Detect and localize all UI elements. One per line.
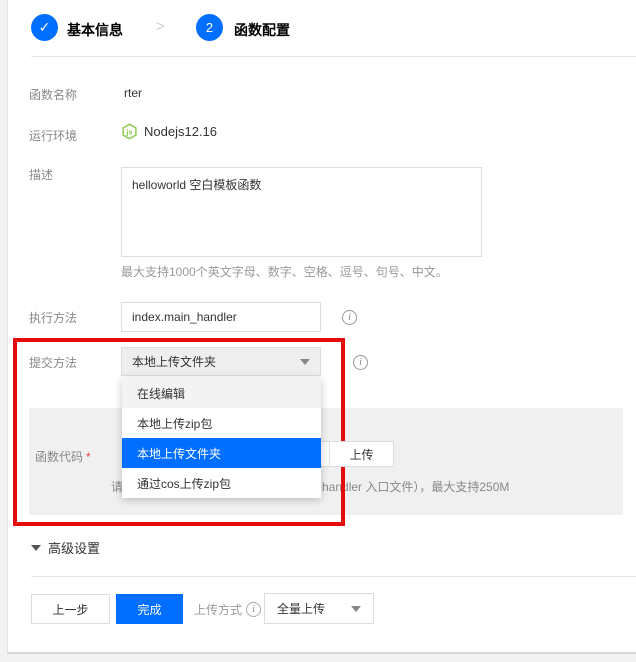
runtime-label: 运行环境 — [29, 127, 77, 144]
description-textarea[interactable]: helloworld 空白模板函数 — [121, 167, 482, 257]
submit-method-dropdown-list: 在线编辑 本地上传zip包 本地上传文件夹 通过cos上传zip包 — [122, 378, 321, 498]
step2-circle: 2 — [196, 14, 223, 41]
upload-mode-label: 上传方式 — [194, 601, 242, 618]
function-config-panel: ✓ 基本信息 > 2 函数配置 函数名称 rter 运行环境 js Nodejs… — [7, 0, 636, 654]
submit-method-label: 提交方法 — [29, 354, 77, 371]
footer-divider — [31, 576, 636, 577]
runtime-value: Nodejs12.16 — [144, 124, 217, 139]
header-divider — [31, 56, 636, 57]
svg-text:js: js — [125, 127, 132, 136]
nodejs-icon: js — [121, 123, 138, 140]
step2-label: 函数配置 — [234, 20, 290, 40]
description-hint: 最大支持1000个英文字母、数字、空格、逗号、句号、中文。 — [121, 263, 448, 280]
dropdown-option-local-folder[interactable]: 本地上传文件夹 — [122, 438, 321, 468]
function-name-label: 函数名称 — [29, 86, 77, 103]
code-hint-right-fragment: handler 入口文件），最大支持250M — [322, 478, 509, 495]
step1-done-circle: ✓ — [31, 14, 58, 41]
caret-down-icon — [300, 359, 310, 365]
submit-method-value: 本地上传文件夹 — [132, 353, 216, 370]
upload-mode-value: 全量上传 — [277, 600, 325, 617]
submit-method-info-icon[interactable]: i — [353, 355, 368, 370]
checkmark-icon: ✓ — [39, 19, 51, 36]
advanced-settings-label: 高级设置 — [48, 538, 100, 557]
handler-input[interactable] — [121, 302, 321, 332]
upload-mode-info-icon[interactable]: i — [246, 602, 261, 617]
submit-method-select[interactable]: 本地上传文件夹 — [121, 347, 321, 376]
step2-number: 2 — [206, 20, 213, 35]
required-asterisk: * — [86, 450, 91, 464]
advanced-settings-toggle[interactable]: 高级设置 — [31, 538, 100, 557]
dropdown-option-cos-zip[interactable]: 通过cos上传zip包 — [122, 468, 321, 498]
step1-label: 基本信息 — [67, 20, 123, 40]
upload-mode-select[interactable]: 全量上传 — [264, 593, 374, 624]
previous-step-button[interactable]: 上一步 — [31, 594, 110, 624]
dropdown-option-online-edit[interactable]: 在线编辑 — [122, 378, 321, 408]
handler-label: 执行方法 — [29, 309, 77, 326]
handler-info-icon[interactable]: i — [342, 310, 357, 325]
upload-button[interactable]: 上传 — [329, 441, 394, 467]
chevron-right-icon: > — [156, 18, 165, 35]
caret-down-icon — [351, 606, 361, 612]
runtime-value-row: js Nodejs12.16 — [121, 123, 217, 140]
finish-button[interactable]: 完成 — [116, 594, 183, 624]
upload-mode-row: 上传方式 i — [194, 601, 261, 618]
function-code-label: 函数代码* — [35, 448, 91, 465]
function-name-value: rter — [124, 86, 142, 100]
triangle-down-icon — [31, 545, 41, 551]
description-label: 描述 — [29, 166, 53, 183]
dropdown-option-local-zip[interactable]: 本地上传zip包 — [122, 408, 321, 438]
